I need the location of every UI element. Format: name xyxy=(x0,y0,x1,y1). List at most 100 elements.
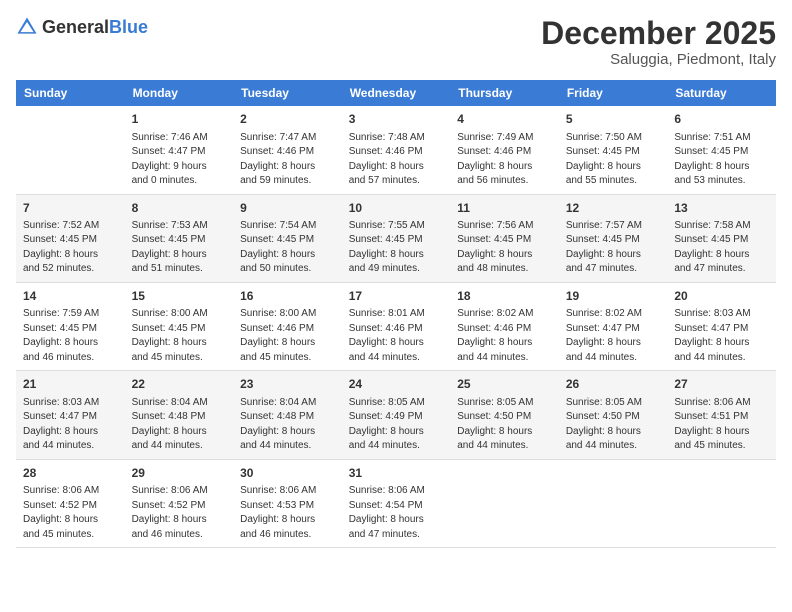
calendar-cell: 12 Sunrise: 7:57 AM Sunset: 4:45 PM Dayli… xyxy=(559,194,668,282)
calendar-cell: 3Sunrise: 7:48 AM Sunset: 4:46 PM Daylig… xyxy=(342,106,451,194)
calendar-header: SundayMondayTuesdayWednesdayThursdayFrid… xyxy=(16,80,776,106)
day-info: Sunrise: 8:06 AM Sunset: 4:52 PM Dayligh… xyxy=(132,484,227,542)
day-number: 9 xyxy=(240,200,335,217)
calendar-cell: 26Sunrise: 8:05 AM Sunset: 4:50 PM Dayli… xyxy=(559,371,668,459)
day-info: Sunrise: 8:02 AM Sunset: 4:46 PM Dayligh… xyxy=(457,307,552,365)
header-day-thursday: Thursday xyxy=(450,80,559,106)
day-number: 20 xyxy=(674,288,769,305)
day-info: Sunrise: 8:05 AM Sunset: 4:50 PM Dayligh… xyxy=(457,396,552,454)
header-row: SundayMondayTuesdayWednesdayThursdayFrid… xyxy=(16,80,776,106)
week-row-0: 1 Sunrise: 7:46 AM Sunset: 4:47 PM Daylig… xyxy=(16,106,776,194)
day-number: 1 xyxy=(132,111,227,128)
day-number: 19 xyxy=(566,288,661,305)
day-number: 3 xyxy=(349,111,444,128)
logo-icon xyxy=(16,16,38,38)
day-number: 14 xyxy=(23,288,118,305)
day-number: 31 xyxy=(349,465,444,482)
day-number: 13 xyxy=(674,200,769,217)
location-title: Saluggia, Piedmont, Italy xyxy=(541,51,776,68)
day-info: Sunrise: 7:59 AM Sunset: 4:45 PM Dayligh… xyxy=(23,307,118,365)
day-number: 28 xyxy=(23,465,118,482)
day-info: Sunrise: 8:01 AM Sunset: 4:46 PM Dayligh… xyxy=(349,307,444,365)
day-info: Sunrise: 8:06 AM Sunset: 4:53 PM Dayligh… xyxy=(240,484,335,542)
header-day-wednesday: Wednesday xyxy=(342,80,451,106)
calendar-cell: 4Sunrise: 7:49 AM Sunset: 4:46 PM Daylig… xyxy=(450,106,559,194)
day-number: 7 xyxy=(23,200,118,217)
day-number: 29 xyxy=(132,465,227,482)
day-number: 8 xyxy=(132,200,227,217)
day-info: Sunrise: 8:00 AM Sunset: 4:46 PM Dayligh… xyxy=(240,307,335,365)
week-row-3: 21 Sunrise: 8:03 AM Sunset: 4:47 PM Dayli… xyxy=(16,371,776,459)
day-number: 27 xyxy=(674,376,769,393)
calendar-table: SundayMondayTuesdayWednesdayThursdayFrid… xyxy=(16,80,776,548)
day-info: Sunrise: 7:53 AM Sunset: 4:45 PM Dayligh… xyxy=(132,219,227,277)
day-info: Sunrise: 8:06 AM Sunset: 4:54 PM Dayligh… xyxy=(349,484,444,542)
day-number: 5 xyxy=(566,111,661,128)
calendar-cell: 10 Sunrise: 7:55 AM Sunset: 4:45 PM Dayli… xyxy=(342,194,451,282)
day-number: 30 xyxy=(240,465,335,482)
day-number: 10 xyxy=(349,200,444,217)
day-info: Sunrise: 7:49 AM Sunset: 4:46 PM Dayligh… xyxy=(457,131,552,189)
day-info: Sunrise: 7:46 AM Sunset: 4:47 PM Dayligh… xyxy=(132,131,227,189)
day-number: 17 xyxy=(349,288,444,305)
logo: General Blue xyxy=(16,16,148,38)
calendar-cell: 24 Sunrise: 8:05 AM Sunset: 4:49 PM Dayli… xyxy=(342,371,451,459)
day-number: 11 xyxy=(457,200,552,217)
day-number: 22 xyxy=(132,376,227,393)
day-number: 21 xyxy=(23,376,118,393)
calendar-cell: 6Sunrise: 7:51 AM Sunset: 4:45 PM Daylig… xyxy=(667,106,776,194)
day-info: Sunrise: 8:05 AM Sunset: 4:49 PM Dayligh… xyxy=(349,396,444,454)
day-number: 23 xyxy=(240,376,335,393)
day-info: Sunrise: 7:52 AM Sunset: 4:45 PM Dayligh… xyxy=(23,219,118,277)
calendar-cell xyxy=(450,459,559,547)
calendar-cell: 25 Sunrise: 8:05 AM Sunset: 4:50 PM Dayli… xyxy=(450,371,559,459)
calendar-cell: 22Sunrise: 8:04 AM Sunset: 4:48 PM Dayli… xyxy=(125,371,234,459)
calendar-cell: 9Sunrise: 7:54 AM Sunset: 4:45 PM Daylig… xyxy=(233,194,342,282)
day-info: Sunrise: 8:06 AM Sunset: 4:51 PM Dayligh… xyxy=(674,396,769,454)
calendar-cell xyxy=(667,459,776,547)
day-number: 18 xyxy=(457,288,552,305)
day-info: Sunrise: 7:58 AM Sunset: 4:45 PM Dayligh… xyxy=(674,219,769,277)
day-info: Sunrise: 8:02 AM Sunset: 4:47 PM Dayligh… xyxy=(566,307,661,365)
day-number: 25 xyxy=(457,376,552,393)
calendar-cell: 14 Sunrise: 7:59 AM Sunset: 4:45 PM Dayli… xyxy=(16,282,125,370)
header-day-tuesday: Tuesday xyxy=(233,80,342,106)
calendar-cell: 30 Sunrise: 8:06 AM Sunset: 4:53 PM Dayli… xyxy=(233,459,342,547)
day-info: Sunrise: 8:06 AM Sunset: 4:52 PM Dayligh… xyxy=(23,484,118,542)
calendar-cell: 28 Sunrise: 8:06 AM Sunset: 4:52 PM Dayli… xyxy=(16,459,125,547)
day-number: 2 xyxy=(240,111,335,128)
day-info: Sunrise: 7:56 AM Sunset: 4:45 PM Dayligh… xyxy=(457,219,552,277)
calendar-cell: 8 Sunrise: 7:53 AM Sunset: 4:45 PM Daylig… xyxy=(125,194,234,282)
day-info: Sunrise: 7:55 AM Sunset: 4:45 PM Dayligh… xyxy=(349,219,444,277)
calendar-cell: 11 Sunrise: 7:56 AM Sunset: 4:45 PM Dayli… xyxy=(450,194,559,282)
calendar-cell: 21 Sunrise: 8:03 AM Sunset: 4:47 PM Dayli… xyxy=(16,371,125,459)
calendar-cell: 23 Sunrise: 8:04 AM Sunset: 4:48 PM Dayli… xyxy=(233,371,342,459)
calendar-cell xyxy=(559,459,668,547)
calendar-cell: 16 Sunrise: 8:00 AM Sunset: 4:46 PM Dayli… xyxy=(233,282,342,370)
calendar-cell: 2 Sunrise: 7:47 AM Sunset: 4:46 PM Daylig… xyxy=(233,106,342,194)
logo-blue-text: Blue xyxy=(109,18,148,36)
week-row-1: 7 Sunrise: 7:52 AM Sunset: 4:45 PM Daylig… xyxy=(16,194,776,282)
day-number: 12 xyxy=(566,200,661,217)
calendar-cell: 18 Sunrise: 8:02 AM Sunset: 4:46 PM Dayli… xyxy=(450,282,559,370)
day-number: 24 xyxy=(349,376,444,393)
calendar-cell: 7 Sunrise: 7:52 AM Sunset: 4:45 PM Daylig… xyxy=(16,194,125,282)
calendar-cell: 17 Sunrise: 8:01 AM Sunset: 4:46 PM Dayli… xyxy=(342,282,451,370)
calendar-cell: 15Sunrise: 8:00 AM Sunset: 4:45 PM Dayli… xyxy=(125,282,234,370)
calendar-cell: 29 Sunrise: 8:06 AM Sunset: 4:52 PM Dayli… xyxy=(125,459,234,547)
header-day-sunday: Sunday xyxy=(16,80,125,106)
week-row-4: 28 Sunrise: 8:06 AM Sunset: 4:52 PM Dayli… xyxy=(16,459,776,547)
calendar-cell: 20 Sunrise: 8:03 AM Sunset: 4:47 PM Dayli… xyxy=(667,282,776,370)
week-row-2: 14 Sunrise: 7:59 AM Sunset: 4:45 PM Dayli… xyxy=(16,282,776,370)
day-info: Sunrise: 8:04 AM Sunset: 4:48 PM Dayligh… xyxy=(240,396,335,454)
header-day-monday: Monday xyxy=(125,80,234,106)
day-info: Sunrise: 7:57 AM Sunset: 4:45 PM Dayligh… xyxy=(566,219,661,277)
day-info: Sunrise: 7:47 AM Sunset: 4:46 PM Dayligh… xyxy=(240,131,335,189)
calendar-cell: 13 Sunrise: 7:58 AM Sunset: 4:45 PM Dayli… xyxy=(667,194,776,282)
day-number: 26 xyxy=(566,376,661,393)
calendar-cell: 19 Sunrise: 8:02 AM Sunset: 4:47 PM Dayli… xyxy=(559,282,668,370)
day-number: 16 xyxy=(240,288,335,305)
day-info: Sunrise: 8:03 AM Sunset: 4:47 PM Dayligh… xyxy=(674,307,769,365)
day-info: Sunrise: 8:03 AM Sunset: 4:47 PM Dayligh… xyxy=(23,396,118,454)
calendar-cell xyxy=(16,106,125,194)
